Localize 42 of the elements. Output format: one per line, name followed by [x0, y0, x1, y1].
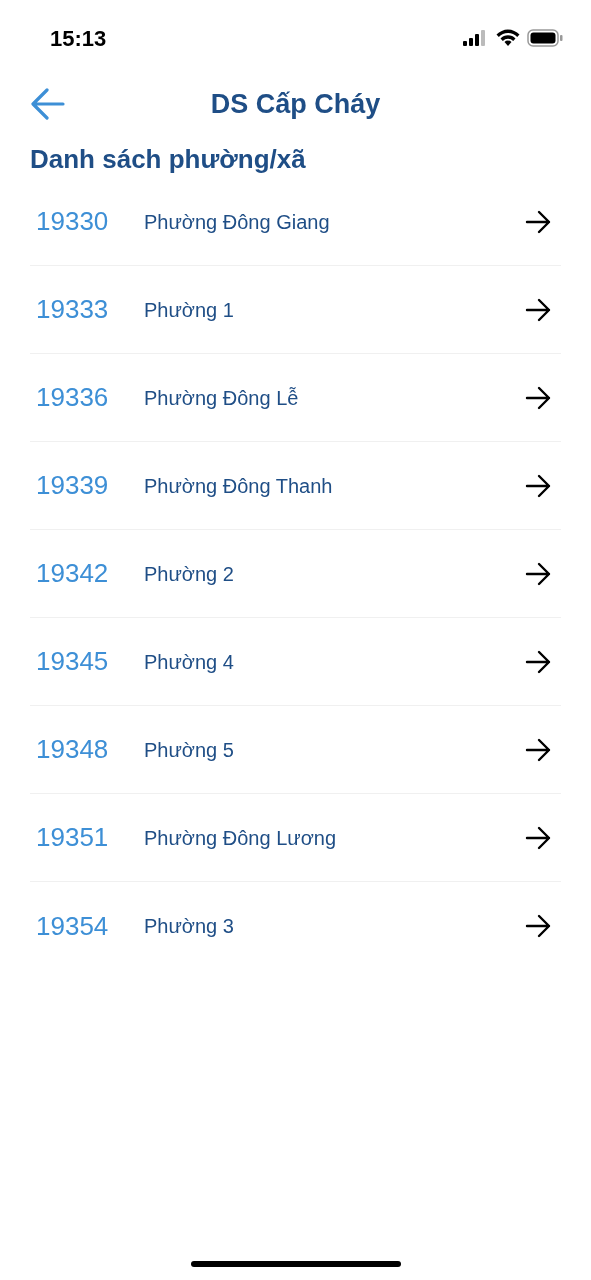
ward-name: Phường Đông Lương [144, 825, 337, 851]
ward-name: Phường 1 [144, 297, 235, 323]
ward-row[interactable]: 19333 Phường 1 [30, 266, 561, 354]
ward-code: 19333 [36, 293, 110, 326]
ward-row[interactable]: 19339 Phường Đông Thanh [30, 442, 561, 530]
arrow-right-icon [525, 737, 551, 762]
arrow-right-icon [525, 914, 551, 938]
ward-name: Phường Đông Thanh [144, 473, 334, 499]
ward-code: 19351 [36, 821, 110, 854]
ward-code: 19339 [36, 469, 110, 502]
arrow-right-icon [525, 561, 551, 586]
ward-code: 19342 [36, 557, 110, 590]
screen-title: DS Cấp Cháy [210, 87, 381, 121]
wifi-icon [496, 29, 520, 47]
ward-row[interactable]: 19342 Phường 2 [30, 530, 561, 618]
arrow-right-icon [525, 473, 551, 498]
ward-code: 19330 [36, 205, 110, 238]
back-arrow-icon[interactable] [31, 88, 65, 120]
ward-row[interactable]: 19330 Phường Đông Giang [30, 178, 561, 266]
ward-row[interactable]: 19351 Phường Đông Lương [30, 794, 561, 882]
ward-code: 19336 [36, 381, 110, 414]
arrow-right-icon [525, 297, 551, 322]
ward-row[interactable]: 19345 Phường 4 [30, 618, 561, 706]
battery-icon [527, 29, 563, 47]
ward-code: 19348 [36, 733, 110, 766]
ward-code: 19345 [36, 645, 110, 678]
ward-row[interactable]: 19336 Phường Đông Lễ [30, 354, 561, 442]
ward-code: 19354 [36, 909, 110, 943]
ward-name: Phường 5 [144, 737, 235, 763]
arrow-right-icon [525, 209, 551, 234]
ward-row[interactable]: 19348 Phường 5 [30, 706, 561, 794]
ward-name: Phường 4 [144, 649, 235, 675]
arrow-right-icon [525, 649, 551, 674]
ward-name: Phường Đông Giang [144, 209, 331, 235]
arrow-right-icon [525, 385, 551, 410]
ward-name: Phường 3 [144, 914, 235, 939]
ward-name: Phường Đông Lễ [144, 385, 300, 411]
section-heading: Danh sách phường/xã [30, 143, 307, 176]
status-time: 15:13 [50, 24, 107, 53]
arrow-right-icon [525, 825, 551, 850]
ward-row[interactable]: 19354 Phường 3 [30, 882, 561, 970]
ward-name: Phường 2 [144, 561, 235, 587]
